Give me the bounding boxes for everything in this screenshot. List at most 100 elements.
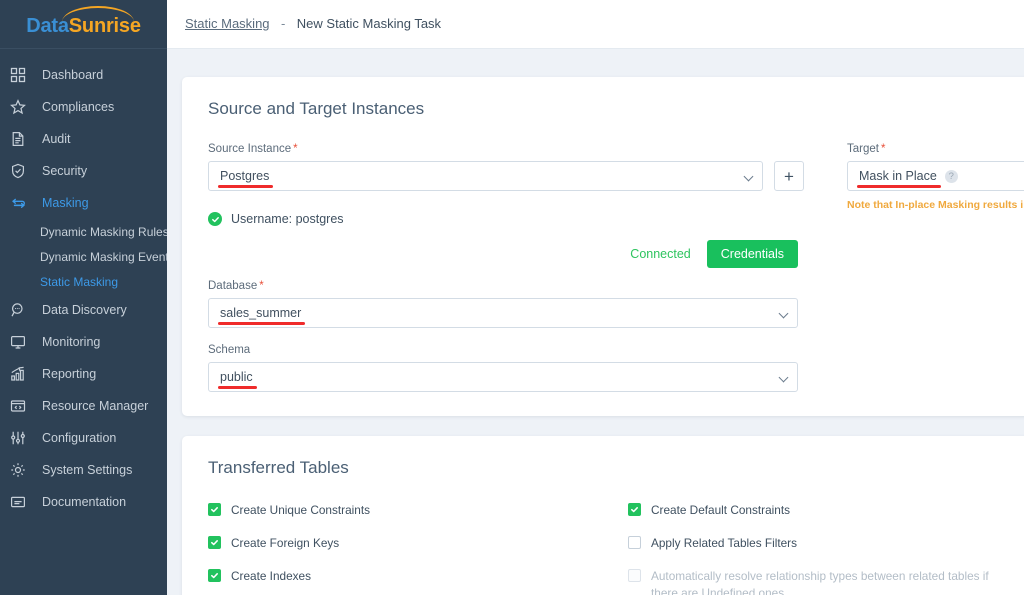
sidebar-item-label: Reporting — [42, 367, 97, 381]
chevron-down-icon — [780, 374, 788, 382]
grid-icon — [10, 67, 36, 83]
sidebar-item-label: Resource Manager — [42, 399, 149, 413]
page-title: Source and Target Instances — [208, 99, 425, 118]
chevron-down-icon — [780, 310, 788, 318]
monitor-icon — [10, 334, 36, 350]
topbar: Static Masking - New Static Masking Task — [167, 0, 1024, 49]
checkbox-label: Automatically resolve relationship types… — [651, 569, 989, 595]
content: Source and Target Instances Source Insta… — [167, 49, 1024, 595]
chevron-down-icon — [745, 173, 753, 181]
sidebar-item-resource-manager[interactable]: Resource Manager — [0, 390, 167, 422]
document-icon — [10, 131, 36, 147]
sidebar-subitem-static-masking[interactable]: Static Masking — [0, 269, 167, 294]
sidebar-item-masking[interactable]: Masking — [0, 187, 167, 219]
database-select[interactable]: sales_summer — [208, 298, 798, 328]
breadcrumb-separator: - — [281, 16, 286, 31]
username-text: Username: postgres — [231, 212, 344, 226]
checkmark-icon — [208, 569, 221, 583]
checkbox-label: Create Indexes — [231, 569, 312, 584]
source-instance-value: Postgres — [217, 169, 274, 188]
schema-label: Schema — [208, 344, 251, 356]
sidebar-item-label: Configuration — [42, 431, 117, 445]
sidebar-item-configuration[interactable]: Configuration — [0, 422, 167, 454]
checkmark-icon — [208, 536, 221, 550]
shield-check-icon — [10, 163, 36, 179]
checkbox-create-default-constraints[interactable]: Create Default Constraints — [628, 502, 1024, 519]
sidebar-item-label: Masking — [42, 196, 89, 210]
logo-arc — [62, 6, 135, 22]
checkbox-create-indexes[interactable]: Create Indexes — [208, 568, 628, 585]
sidebar-item-label: Compliances — [42, 100, 115, 114]
checkbox-label: Create Default Constraints — [651, 503, 791, 517]
magnifier-dots-icon — [10, 302, 36, 318]
sidebar-item-label: Dashboard — [42, 68, 104, 82]
sidebar-subitem-label: Dynamic Masking Rules — [40, 224, 167, 239]
sidebar-item-dashboard[interactable]: Dashboard — [0, 59, 167, 91]
connection-status: Connected — [630, 247, 691, 261]
username-status: Username: postgres — [208, 212, 828, 226]
gear-icon — [10, 462, 36, 478]
target-column: Target * Mask in Place ? Note that In-pla… — [828, 143, 1024, 392]
checkbox-create-foreign-keys[interactable]: Create Foreign Keys — [208, 535, 628, 552]
add-instance-button[interactable]: + — [774, 161, 804, 191]
checkbox-label: Create Unique Constraints — [231, 503, 371, 517]
sidebar-item-reporting[interactable]: Reporting — [0, 358, 167, 390]
breadcrumb-link-static-masking[interactable]: Static Masking — [185, 16, 270, 31]
logo[interactable]: DataSunrise — [0, 0, 167, 49]
required-marker: * — [293, 143, 298, 155]
target-warning-note: Note that In-place Masking results in ta… — [847, 199, 1024, 211]
empty-checkbox-icon — [628, 569, 641, 583]
required-marker: * — [880, 143, 886, 155]
source-instance-label: Source Instance * — [208, 143, 298, 155]
schema-select[interactable]: public — [208, 362, 798, 392]
sidebar-subitem-label: Dynamic Masking Events — [40, 249, 167, 264]
bar-chart-icon — [10, 366, 36, 382]
checkmark-icon — [628, 503, 641, 516]
required-marker: * — [259, 280, 264, 292]
app-root: DataSunrise Dashboard Compliances Audit … — [0, 0, 1024, 595]
checkbox-label: Apply Related Tables Filters — [651, 536, 798, 551]
question-mark-icon[interactable]: ? — [944, 169, 958, 183]
connection-row: Connected Credentials — [208, 240, 798, 268]
sidebar-subitem-dynamic-masking-rules[interactable]: Dynamic Masking Rules — [0, 219, 167, 244]
sidebar-item-label: Data Discovery — [42, 303, 127, 317]
target-select[interactable]: Mask in Place ? — [847, 161, 1024, 191]
checkbox-apply-related-tables-filters[interactable]: Apply Related Tables Filters — [628, 535, 1024, 552]
star-icon — [10, 99, 36, 115]
sidebar-subitem-dynamic-masking-events[interactable]: Dynamic Masking Events — [0, 244, 167, 269]
sidebar-item-label: Documentation — [42, 495, 127, 509]
target-value: Mask in Place — [857, 169, 941, 188]
sidebar: DataSunrise Dashboard Compliances Audit … — [0, 0, 167, 595]
database-field: Database * sales_summer — [208, 280, 828, 328]
checkbox-auto-resolve-relationships: Automatically resolve relationship types… — [628, 568, 1024, 595]
checkbox-label: Create Foreign Keys — [231, 536, 340, 551]
sidebar-item-monitoring[interactable]: Monitoring — [0, 326, 167, 358]
sidebar-item-documentation[interactable]: Documentation — [0, 486, 167, 518]
sidebar-item-compliances[interactable]: Compliances — [0, 91, 167, 123]
source-column: Source Instance * Postgres + Username: p… — [208, 143, 828, 392]
sidebar-item-security[interactable]: Security — [0, 155, 167, 187]
sidebar-item-audit[interactable]: Audit — [0, 123, 167, 155]
source-instance-select[interactable]: Postgres — [208, 161, 763, 191]
sidebar-item-label: Audit — [42, 132, 71, 146]
database-value: sales_summer — [217, 306, 306, 325]
left-checkbox-column: Create Unique Constraints Create Foreign… — [208, 502, 628, 595]
sidebar-item-label: System Settings — [42, 463, 133, 477]
breadcrumb: Static Masking - New Static Masking Task — [185, 15, 441, 33]
code-window-icon — [10, 398, 36, 414]
database-label: Database * — [208, 280, 264, 292]
schema-field: Schema public — [208, 344, 828, 392]
schema-value: public — [218, 370, 257, 389]
sidebar-item-system-settings[interactable]: System Settings — [0, 454, 167, 486]
sidebar-item-label: Monitoring — [42, 335, 101, 349]
check-circle-icon — [208, 212, 222, 226]
checkmark-icon — [208, 503, 221, 516]
sidebar-item-data-discovery[interactable]: Data Discovery — [0, 294, 167, 326]
loop-arrows-icon — [10, 195, 36, 212]
right-checkbox-column: Create Default Constraints Apply Related… — [628, 502, 1024, 595]
empty-checkbox-icon — [628, 536, 641, 550]
sliders-icon — [10, 430, 36, 446]
source-target-card: Source and Target Instances Source Insta… — [182, 77, 1024, 416]
credentials-button[interactable]: Credentials — [706, 240, 798, 268]
checkbox-create-unique-constraints[interactable]: Create Unique Constraints — [208, 502, 628, 519]
